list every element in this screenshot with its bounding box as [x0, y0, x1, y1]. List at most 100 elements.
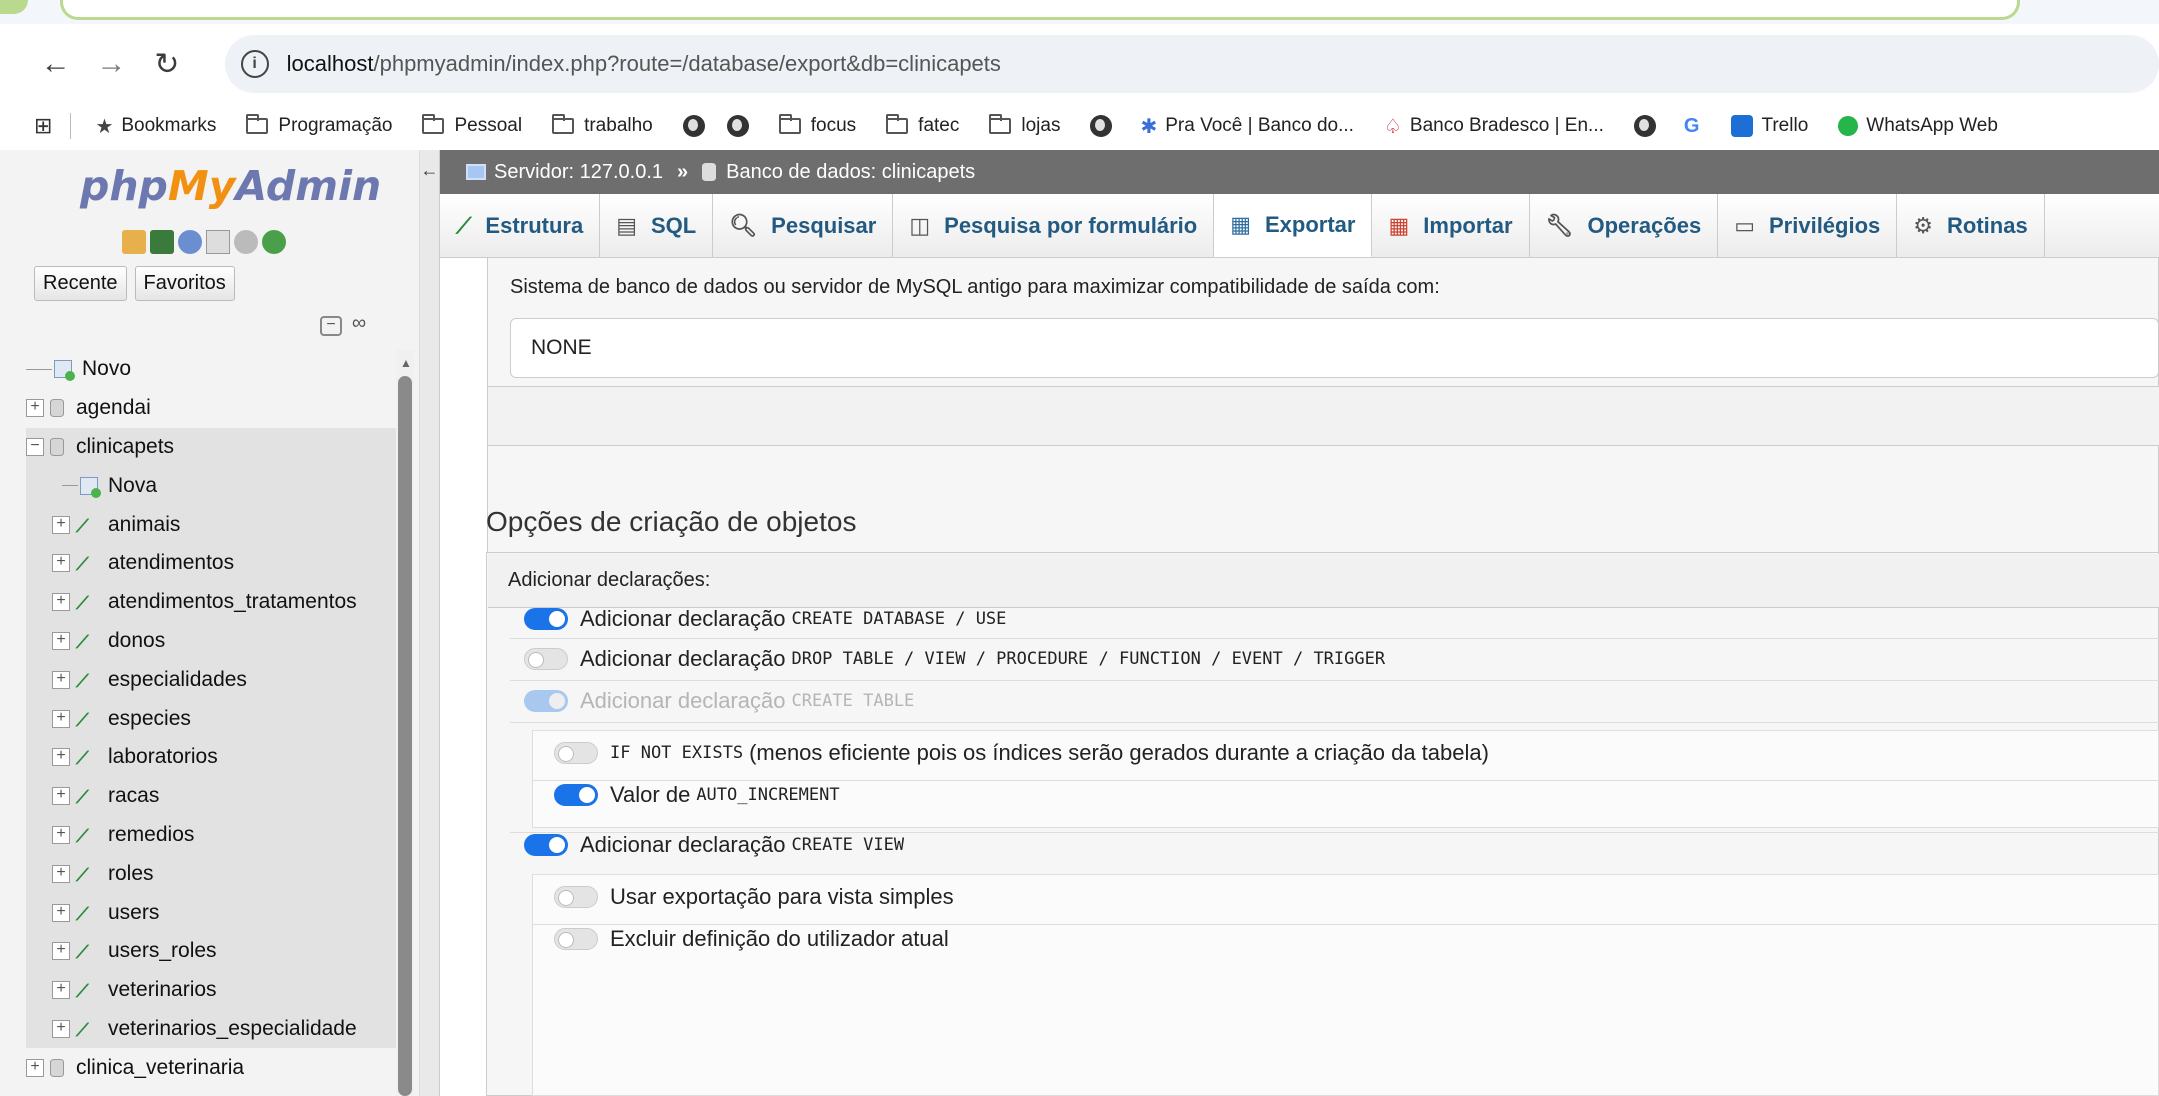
- bookmark-google[interactable]: G: [1684, 115, 1708, 138]
- bookmark-lojas[interactable]: lojas: [989, 114, 1060, 137]
- tree-item-new-db[interactable]: Novo: [26, 350, 402, 389]
- expand-icon[interactable]: +: [52, 709, 70, 728]
- toggle-switch[interactable]: [554, 742, 598, 764]
- option-if-not-exists[interactable]: IF NOT EXISTS (menos eficiente pois os í…: [554, 740, 1489, 766]
- expand-icon[interactable]: +: [26, 399, 44, 418]
- docs-icon[interactable]: [206, 230, 230, 254]
- expand-icon[interactable]: +: [52, 1019, 70, 1038]
- tree-item-table[interactable]: + ⟋ atendimentos: [26, 543, 402, 583]
- tab-search[interactable]: 🔍︎ Pesquisar: [713, 194, 894, 257]
- expand-icon[interactable]: +: [52, 593, 70, 612]
- expand-icon[interactable]: +: [52, 787, 70, 806]
- tree-item-table[interactable]: + ⟋ especialidades: [26, 660, 402, 700]
- tab-routines[interactable]: ⚙ Rotinas: [1897, 194, 2045, 257]
- toggle-switch[interactable]: [554, 784, 598, 806]
- tree-label: clinica_veterinaria: [76, 1055, 245, 1079]
- toggle-switch[interactable]: [554, 928, 598, 950]
- option-exclude-definer[interactable]: Excluir definição do utilizador atual: [554, 926, 949, 952]
- expand-icon[interactable]: +: [52, 631, 70, 650]
- option-simple-view-export[interactable]: Usar exportação para vista simples: [554, 884, 954, 910]
- expand-icon[interactable]: +: [52, 670, 70, 689]
- option-auto-increment[interactable]: Valor de AUTO_INCREMENT: [554, 782, 840, 808]
- tree-item-agendai[interactable]: + agendai: [26, 389, 402, 428]
- option-create-view[interactable]: Adicionar declaração CREATE VIEW: [524, 832, 904, 858]
- toggle-switch[interactable]: [524, 648, 568, 670]
- tab-operations[interactable]: 🔧︎ Operações: [1530, 194, 1719, 257]
- expand-icon[interactable]: +: [52, 864, 70, 883]
- scroll-up-arrow-icon[interactable]: ▲: [400, 356, 412, 370]
- expand-icon[interactable]: +: [52, 554, 70, 573]
- tree-item-clinica-veterinaria[interactable]: + clinica_veterinaria: [26, 1048, 402, 1087]
- collapse-all-icon[interactable]: −: [320, 316, 342, 336]
- site-info-icon[interactable]: i: [240, 50, 269, 78]
- tree-item-table[interactable]: + ⟋ racas: [26, 776, 402, 816]
- expand-icon[interactable]: +: [52, 825, 70, 844]
- tree-item-clinicapets[interactable]: − clinicapets: [26, 427, 402, 467]
- bookmark-focus[interactable]: focus: [778, 114, 856, 137]
- tree-item-new-table[interactable]: Nova: [26, 466, 402, 506]
- tree-item-table[interactable]: + ⟋ veterinarios_especialidade: [26, 1009, 402, 1049]
- tree-item-table[interactable]: + ⟋ donos: [26, 621, 402, 661]
- back-button[interactable]: ←: [28, 36, 84, 92]
- tab-sql[interactable]: ▤ SQL: [600, 194, 714, 257]
- tree-item-table[interactable]: + ⟋ remedios: [26, 815, 402, 855]
- tab-privileges[interactable]: ▭ Privilégios: [1718, 194, 1898, 257]
- help-icon[interactable]: [178, 230, 202, 254]
- tree-item-table[interactable]: + ⟋ roles: [26, 854, 402, 894]
- bookmark-trabalho[interactable]: trabalho: [552, 114, 653, 137]
- recent-button[interactable]: Recente: [34, 266, 127, 301]
- bookmark-bradesco[interactable]: ♤ Banco Bradesco | En...: [1384, 114, 1604, 139]
- home-icon[interactable]: [122, 230, 146, 254]
- tab-export[interactable]: ▦ Exportar: [1214, 194, 1373, 257]
- reload-button[interactable]: ↻: [139, 36, 195, 92]
- expand-icon[interactable]: +: [52, 748, 70, 767]
- tree-item-table[interactable]: + ⟋ veterinarios: [26, 970, 402, 1010]
- bookmark-whatsapp[interactable]: WhatsApp Web: [1838, 115, 1998, 137]
- tab-structure[interactable]: ⟋ Estrutura: [440, 194, 601, 257]
- expand-icon[interactable]: +: [52, 515, 70, 534]
- toggle-switch[interactable]: [524, 834, 568, 856]
- forward-button[interactable]: →: [84, 36, 140, 92]
- tree-item-table[interactable]: + ⟋ laboratorios: [26, 737, 402, 777]
- bookmark-banco-do-brasil[interactable]: ✱ Pra Você | Banco do...: [1140, 114, 1354, 139]
- gear-icon[interactable]: [234, 230, 258, 254]
- tree-item-table[interactable]: + ⟋ especies: [26, 699, 402, 738]
- bookmark-globe-3[interactable]: [1090, 115, 1124, 137]
- tree-item-table[interactable]: + ⟋ animais: [26, 505, 402, 544]
- bookmark-bookmarks[interactable]: ★ Bookmarks: [95, 114, 216, 139]
- toggle-switch[interactable]: [554, 886, 598, 908]
- breadcrumb-server[interactable]: Servidor: 127.0.0.1: [494, 161, 663, 184]
- logout-icon[interactable]: [150, 230, 174, 254]
- navigation-scrollbar[interactable]: ▲: [396, 350, 414, 1096]
- tree-item-table[interactable]: + ⟋ users_roles: [26, 931, 402, 971]
- reload-nav-icon[interactable]: [262, 230, 286, 254]
- compatibility-select[interactable]: NONE: [510, 318, 2159, 378]
- collapse-navigation-button[interactable]: ←: [420, 150, 440, 1096]
- expand-icon[interactable]: +: [52, 903, 70, 922]
- tree-item-table[interactable]: + ⟋ users: [26, 893, 402, 932]
- breadcrumb-database[interactable]: Banco de dados: clinicapets: [726, 161, 975, 184]
- option-create-database[interactable]: Adicionar declaração CREATE DATABASE / U…: [524, 606, 1006, 632]
- phpmyadmin-logo[interactable]: phpMyAdmin: [80, 162, 381, 210]
- bookmark-trello[interactable]: Trello: [1731, 115, 1808, 137]
- apps-grid-icon[interactable]: ⊞: [34, 113, 52, 139]
- expand-icon[interactable]: +: [52, 981, 70, 1000]
- expand-icon[interactable]: +: [26, 1058, 44, 1077]
- bookmark-globe-2[interactable]: [726, 115, 761, 137]
- bookmark-pessoal[interactable]: Pessoal: [422, 114, 522, 137]
- collapse-icon[interactable]: −: [26, 437, 44, 456]
- tab-query[interactable]: ◫ Pesquisa por formulário: [893, 194, 1215, 257]
- bookmark-fatec[interactable]: fatec: [886, 114, 959, 137]
- favorites-button[interactable]: Favoritos: [134, 266, 235, 301]
- bookmark-globe-1[interactable]: [682, 115, 717, 137]
- address-bar[interactable]: i localhost/phpmyadmin/index.php?route=/…: [224, 35, 2159, 93]
- bookmark-programacao[interactable]: Programação: [246, 114, 392, 137]
- toggle-switch[interactable]: [524, 608, 568, 630]
- scrollbar-thumb[interactable]: [398, 376, 412, 1096]
- tree-item-table[interactable]: + ⟋ atendimentos_tratamentos: [26, 582, 402, 622]
- expand-icon[interactable]: +: [52, 942, 70, 961]
- bookmark-globe-4[interactable]: [1633, 115, 1668, 137]
- tab-import[interactable]: ▦ Importar: [1372, 194, 1530, 257]
- link-icon[interactable]: ∞: [348, 313, 370, 336]
- option-drop-table[interactable]: Adicionar declaração DROP TABLE / VIEW /…: [524, 646, 1385, 672]
